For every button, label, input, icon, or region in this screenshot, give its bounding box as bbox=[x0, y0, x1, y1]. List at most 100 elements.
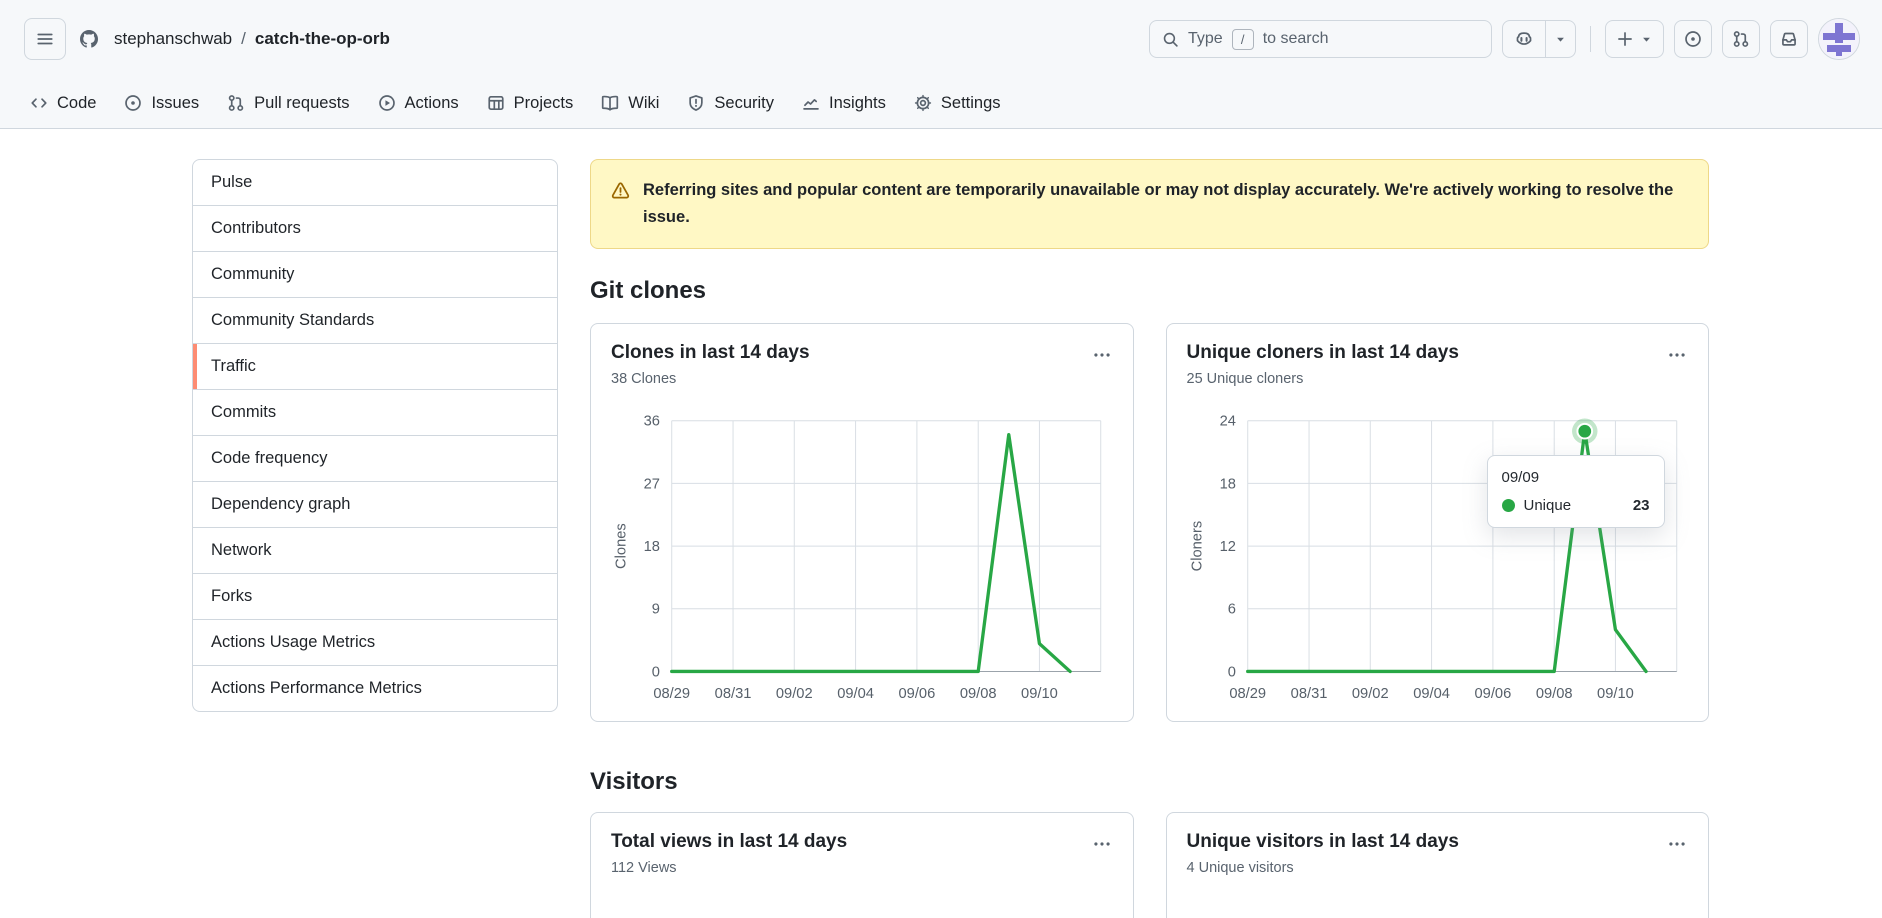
card-header: Unique cloners in last 14 days 25 Unique… bbox=[1187, 342, 1689, 387]
chevron-down-icon bbox=[1554, 33, 1567, 46]
tab-security[interactable]: Security bbox=[673, 78, 788, 128]
tab-label: Wiki bbox=[628, 94, 659, 113]
card-stat: 4 Unique visitors bbox=[1187, 860, 1459, 876]
search-placeholder-prefix: Type bbox=[1188, 30, 1223, 48]
svg-text:Cloners: Cloners bbox=[1189, 521, 1205, 572]
sidebar-item-contributors[interactable]: Contributors bbox=[193, 205, 557, 251]
sidebar-item-actions-usage-metrics[interactable]: Actions Usage Metrics bbox=[193, 619, 557, 665]
card-menu-button[interactable] bbox=[1091, 831, 1113, 862]
sidebar-item-dependency-graph[interactable]: Dependency graph bbox=[193, 481, 557, 527]
git-clones-heading: Git clones bbox=[590, 277, 1709, 305]
svg-text:09/04: 09/04 bbox=[1413, 686, 1450, 702]
tab-label: Projects bbox=[514, 94, 574, 113]
chevron-down-icon bbox=[1640, 33, 1653, 46]
card-header: Unique visitors in last 14 days 4 Unique… bbox=[1187, 831, 1689, 876]
svg-text:18: 18 bbox=[644, 539, 660, 555]
line-chart: 0918273608/2908/3109/0209/0409/0609/0809… bbox=[611, 407, 1113, 703]
sidebar-item-community[interactable]: Community bbox=[193, 251, 557, 297]
copilot-button[interactable] bbox=[1503, 21, 1545, 57]
unique-cloners-chart[interactable]: 0612182408/2908/3109/0209/0409/0609/0809… bbox=[1187, 407, 1689, 703]
sidebar-item-forks[interactable]: Forks bbox=[193, 573, 557, 619]
git-clones-cards: Clones in last 14 days 38 Clones 0918273… bbox=[590, 323, 1709, 722]
slash-key-hint: / bbox=[1232, 29, 1254, 50]
traffic-main: Referring sites and popular content are … bbox=[590, 159, 1709, 918]
tab-label: Insights bbox=[829, 94, 886, 113]
svg-text:09/10: 09/10 bbox=[1021, 686, 1058, 702]
identicon bbox=[1819, 19, 1859, 59]
card-menu-button[interactable] bbox=[1666, 342, 1688, 373]
sidebar-item-traffic[interactable]: Traffic bbox=[193, 343, 557, 389]
total-views-chart[interactable] bbox=[611, 896, 1113, 918]
gear-icon bbox=[914, 94, 932, 112]
hamburger-menu-button[interactable] bbox=[24, 18, 66, 60]
clones-card: Clones in last 14 days 38 Clones 0918273… bbox=[590, 323, 1134, 722]
tooltip-series-label: Unique bbox=[1524, 497, 1572, 514]
card-menu-button[interactable] bbox=[1091, 342, 1113, 373]
breadcrumb-owner-link[interactable]: stephanschwab bbox=[114, 29, 232, 49]
chart-tooltip: 09/09 Unique 23 bbox=[1487, 455, 1665, 528]
copilot-icon bbox=[1515, 30, 1533, 48]
tooltip-value: 23 bbox=[1633, 497, 1650, 514]
visitors-cards: Total views in last 14 days 112 Views Un… bbox=[590, 812, 1709, 918]
tab-pull-requests[interactable]: Pull requests bbox=[213, 78, 363, 128]
search-placeholder-suffix: to search bbox=[1263, 30, 1329, 48]
sidebar-item-commits[interactable]: Commits bbox=[193, 389, 557, 435]
tab-label: Actions bbox=[405, 94, 459, 113]
line-chart: 0612182408/2908/3109/0209/0409/0609/0809… bbox=[1187, 407, 1689, 703]
create-new-button[interactable] bbox=[1605, 20, 1664, 58]
svg-text:36: 36 bbox=[644, 414, 660, 430]
svg-text:Clones: Clones bbox=[614, 523, 630, 569]
svg-text:0: 0 bbox=[652, 664, 660, 680]
issues-dashboard-button[interactable] bbox=[1674, 20, 1712, 58]
svg-text:09/06: 09/06 bbox=[1474, 686, 1511, 702]
copilot-menu-button[interactable] bbox=[1545, 21, 1575, 57]
breadcrumb-repo-link[interactable]: catch-the-op-orb bbox=[255, 29, 390, 49]
svg-text:09/06: 09/06 bbox=[899, 686, 936, 702]
tab-code[interactable]: Code bbox=[16, 78, 110, 128]
issue-opened-icon bbox=[1684, 30, 1702, 48]
avatar[interactable] bbox=[1818, 18, 1860, 60]
three-bars-icon bbox=[36, 30, 54, 48]
series-dot-icon bbox=[1502, 499, 1515, 512]
clones-chart[interactable]: 0918273608/2908/3109/0209/0409/0609/0809… bbox=[611, 407, 1113, 703]
tab-insights[interactable]: Insights bbox=[788, 78, 900, 128]
card-header: Total views in last 14 days 112 Views bbox=[611, 831, 1113, 876]
svg-text:09/02: 09/02 bbox=[1351, 686, 1388, 702]
pull-requests-dashboard-button[interactable] bbox=[1722, 20, 1760, 58]
search-icon bbox=[1162, 31, 1179, 48]
page-content: PulseContributorsCommunityCommunity Stan… bbox=[0, 129, 1882, 918]
tab-label: Settings bbox=[941, 94, 1001, 113]
search-input[interactable]: Type / to search bbox=[1149, 20, 1492, 58]
global-header-row: stephanschwab / catch-the-op-orb Type / … bbox=[0, 0, 1882, 78]
header-divider bbox=[1590, 26, 1591, 52]
card-title: Total views in last 14 days bbox=[611, 831, 847, 853]
tab-issues[interactable]: Issues bbox=[110, 78, 213, 128]
plus-icon bbox=[1616, 30, 1634, 48]
svg-text:08/29: 08/29 bbox=[653, 686, 690, 702]
tab-actions[interactable]: Actions bbox=[364, 78, 473, 128]
card-menu-button[interactable] bbox=[1666, 831, 1688, 862]
card-header: Clones in last 14 days 38 Clones bbox=[611, 342, 1113, 387]
svg-text:09/04: 09/04 bbox=[837, 686, 874, 702]
sidebar-item-pulse[interactable]: Pulse bbox=[193, 160, 557, 205]
book-icon bbox=[601, 94, 619, 112]
kebab-horizontal-icon bbox=[1093, 346, 1111, 364]
svg-text:08/29: 08/29 bbox=[1229, 686, 1266, 702]
tab-projects[interactable]: Projects bbox=[473, 78, 588, 128]
github-logo-icon[interactable] bbox=[80, 30, 98, 48]
unique-cloners-card: Unique cloners in last 14 days 25 Unique… bbox=[1166, 323, 1710, 722]
sidebar-item-community-standards[interactable]: Community Standards bbox=[193, 297, 557, 343]
inbox-button[interactable] bbox=[1770, 20, 1808, 58]
sidebar-item-actions-performance-metrics[interactable]: Actions Performance Metrics bbox=[193, 665, 557, 711]
card-stat: 38 Clones bbox=[611, 371, 810, 387]
tab-settings[interactable]: Settings bbox=[900, 78, 1015, 128]
tooltip-row: Unique 23 bbox=[1502, 497, 1650, 514]
card-title: Unique cloners in last 14 days bbox=[1187, 342, 1459, 364]
warning-banner-text: Referring sites and popular content are … bbox=[643, 177, 1688, 231]
tab-wiki[interactable]: Wiki bbox=[587, 78, 673, 128]
copilot-button-group bbox=[1502, 20, 1576, 58]
svg-text:18: 18 bbox=[1219, 476, 1235, 492]
sidebar-item-code-frequency[interactable]: Code frequency bbox=[193, 435, 557, 481]
unique-visitors-chart[interactable] bbox=[1187, 896, 1689, 918]
sidebar-item-network[interactable]: Network bbox=[193, 527, 557, 573]
